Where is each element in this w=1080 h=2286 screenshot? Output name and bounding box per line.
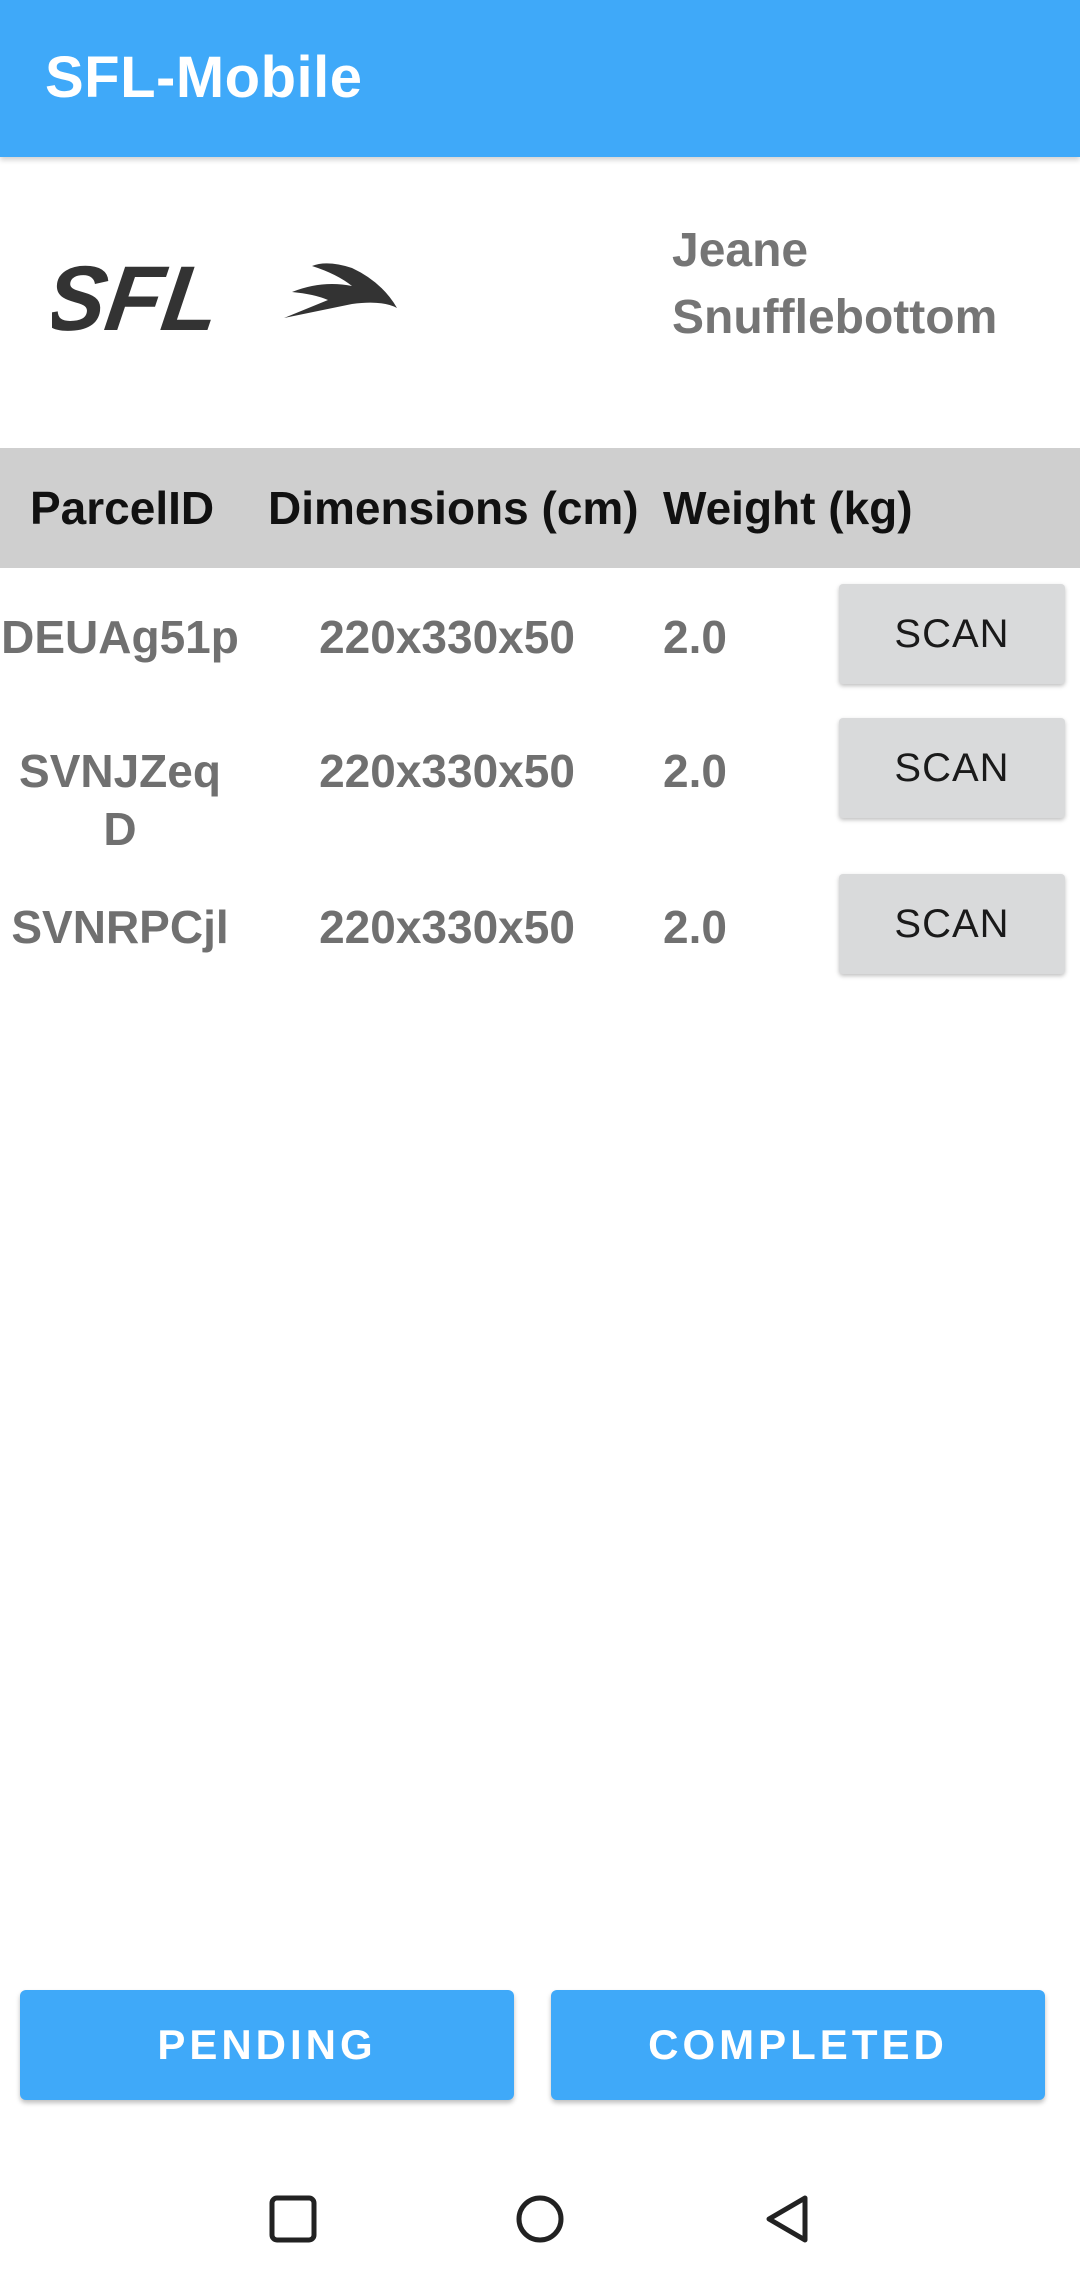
scan-button[interactable]: SCAN — [839, 718, 1065, 818]
recents-square-icon[interactable] — [266, 2192, 320, 2246]
user-first-name: Jeane — [672, 224, 809, 277]
header-dimensions: Dimensions (cm) — [268, 482, 639, 534]
parcel-id: SVNJZeqD — [19, 745, 221, 855]
parcel-weight: 2.0 — [663, 901, 727, 953]
user-last-name: Snufflebottom — [672, 291, 998, 344]
system-nav-bar — [0, 2150, 1080, 2286]
sfl-logo: SFL — [52, 252, 397, 342]
parcel-dimensions: 220x330x50 — [319, 611, 575, 663]
parcel-weight: 2.0 — [663, 745, 727, 797]
user-name: Jeane Snufflebottom — [672, 217, 1072, 351]
table-header: ParcelID Dimensions (cm) Weight (kg) — [0, 448, 1080, 568]
parcel-weight: 2.0 — [663, 611, 727, 663]
parcel-id: SVNRPCjl — [11, 901, 229, 953]
scan-button[interactable]: SCAN — [839, 874, 1065, 974]
back-triangle-icon[interactable] — [761, 2192, 815, 2246]
table-row: DEUAg51p 220x330x50 2.0 SCAN — [0, 584, 1080, 694]
table-row: SVNRPCjl 220x330x50 2.0 SCAN — [0, 874, 1080, 984]
header-parcel-id: ParcelID — [30, 482, 215, 534]
brand-header: SFL Jeane Snufflebottom — [0, 157, 1080, 447]
swift-bird-icon — [284, 263, 397, 318]
completed-button[interactable]: COMPLETED — [551, 1990, 1045, 2100]
app-bar: SFL-Mobile — [0, 0, 1080, 157]
parcel-dimensions: 220x330x50 — [319, 901, 575, 953]
parcel-dimensions: 220x330x50 — [319, 745, 575, 797]
parcel-id: DEUAg51p — [1, 611, 239, 663]
app-title: SFL-Mobile — [45, 45, 363, 110]
header-weight: Weight (kg) — [663, 482, 913, 534]
sfl-logo-text: SFL — [52, 252, 227, 342]
scan-button[interactable]: SCAN — [839, 584, 1065, 684]
pending-button[interactable]: PENDING — [20, 1990, 514, 2100]
home-circle-icon[interactable] — [513, 2192, 567, 2246]
table-row: SVNJZeqD 220x330x50 2.0 SCAN — [0, 718, 1080, 858]
